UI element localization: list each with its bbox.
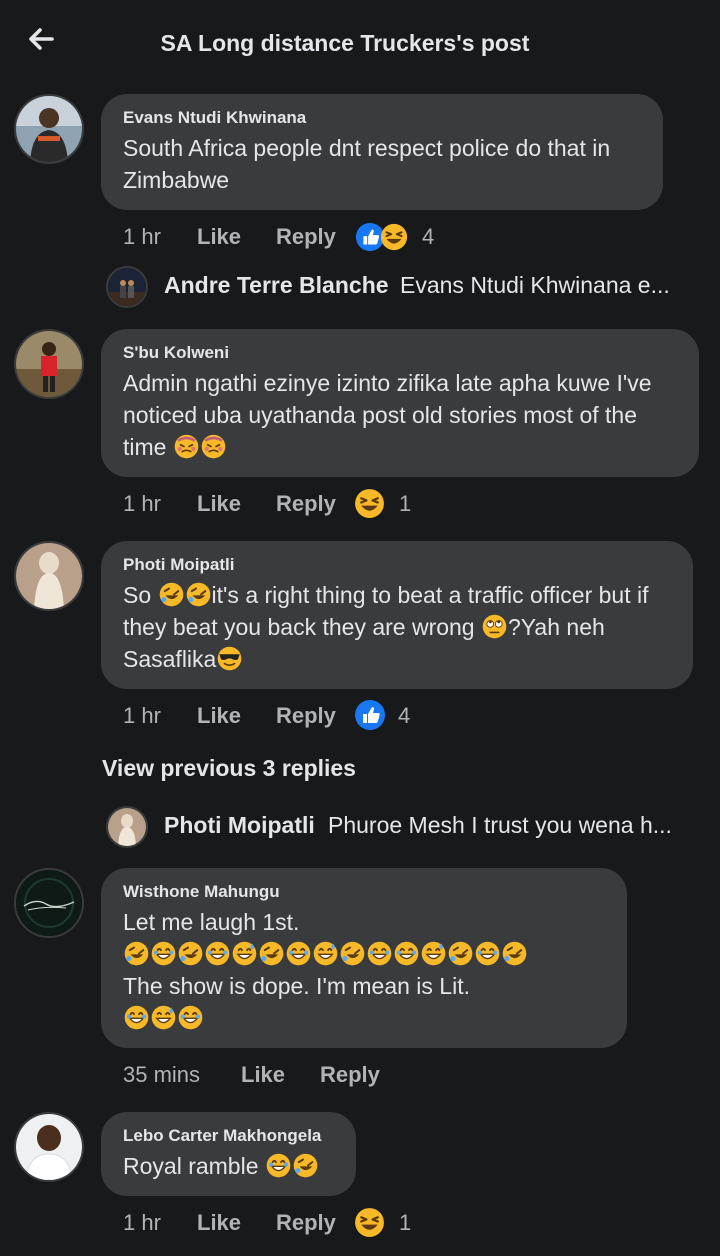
rofl-emoji-icon [447,940,474,967]
comment-author[interactable]: Wisthone Mahungu [123,882,605,902]
comment-text: South Africa people dnt respect police d… [123,135,611,193]
like-reaction-icon [354,699,386,731]
avatar [106,266,148,308]
comment-actions: 35 mins Like Reply [123,1060,543,1090]
grinning-emoji-icon [123,1004,150,1031]
comment-timestamp: 1 hr [123,703,161,728]
reaction-summary[interactable]: 4 [354,701,414,731]
haha-reaction-icon [353,487,386,520]
reply-snippet: Phuroe Mesh I trust you wena h... [328,812,672,838]
like-button[interactable]: Like [197,222,241,252]
view-previous-replies-link[interactable]: View previous 3 replies [102,755,356,782]
avatar [106,806,148,848]
haha-reaction-icon [379,222,409,252]
rofl-emoji-icon [185,581,212,608]
comment-text-body: Royal ramble [123,1153,259,1179]
comment-bubble: Wisthone Mahungu Let me laugh 1st. The s… [101,868,627,1048]
comment-text-line: The show is dope. I'm mean is Lit. [123,973,470,999]
comment-author[interactable]: Photi Moipatli [123,555,671,575]
comment-author[interactable]: Lebo Carter Makhongela [123,1126,334,1146]
reply-button[interactable]: Reply [276,1208,336,1238]
grinning-emoji-icon [393,940,420,967]
haha-reaction-icon [353,1206,386,1239]
comment-bubble: Photi Moipatli So it's a right thing to … [101,541,693,689]
rofl-emoji-icon [177,940,204,967]
comment-text: Royal ramble [123,1150,334,1182]
avatar[interactable] [14,868,84,938]
comment-timestamp: 1 hr [123,1210,161,1235]
grinning-emoji-icon [474,940,501,967]
sweat-smile-emoji-icon [231,940,258,967]
reaction-count: 1 [399,491,412,516]
emoji-row [123,938,605,970]
avatar[interactable] [14,94,84,164]
reply-button[interactable]: Reply [320,1060,380,1090]
rofl-emoji-icon [258,940,285,967]
comment-author[interactable]: S'bu Kolweni [123,343,677,363]
reaction-summary[interactable]: 1 [353,1208,413,1238]
comment-text-part: So [123,582,158,608]
comment-text-line: Let me laugh 1st. [123,909,300,935]
comment-text: Let me laugh 1st. The show is dope. I'm … [123,906,605,1034]
grinning-emoji-icon [150,940,177,967]
comment-timestamp: 1 hr [123,491,161,516]
comment-timestamp: 1 hr [123,224,161,249]
grinning-emoji-icon [177,1004,204,1031]
comment-author[interactable]: Evans Ntudi Khwinana [123,108,641,128]
top-bar: SA Long distance Truckers's post [0,0,720,86]
rofl-emoji-icon [158,581,185,608]
avatar[interactable] [14,329,84,399]
comment-actions: 1 hr Like Reply 1 [123,1208,543,1238]
avatar[interactable] [14,1112,84,1182]
comment-timestamp: 35 mins [123,1062,201,1087]
emoji-row [123,1002,605,1034]
reply-preview[interactable]: Andre Terre Blanche Evans Ntudi Khwinana… [106,266,706,310]
reaction-count: 1 [399,1210,412,1235]
comment-text: Admin ngathi ezinye izinto zifika late a… [123,367,677,463]
sweat-smile-emoji-icon [150,1004,177,1031]
like-button[interactable]: Like [197,489,241,519]
like-button[interactable]: Like [197,701,241,731]
reaction-summary[interactable]: 4 [355,222,435,252]
avatar[interactable] [14,541,84,611]
rofl-emoji-icon [292,1152,319,1179]
rofl-emoji-icon [339,940,366,967]
rofl-emoji-icon [123,940,150,967]
eye-roll-emoji-icon [481,613,508,640]
comment-bubble: Evans Ntudi Khwinana South Africa people… [101,94,663,210]
page-title: SA Long distance Truckers's post [160,30,530,56]
sunglasses-emoji-icon [216,645,243,672]
reply-button[interactable]: Reply [276,222,336,252]
reply-button[interactable]: Reply [276,489,336,519]
reply-author: Andre Terre Blanche [164,272,389,298]
reply-author: Photi Moipatli [164,812,315,838]
reply-snippet: Evans Ntudi Khwinana e... [400,272,670,298]
comment-bubble: Lebo Carter Makhongela Royal ramble [101,1112,356,1196]
reply-preview[interactable]: Photi Moipatli Phuroe Mesh I trust you w… [106,806,716,850]
reaction-summary[interactable]: 1 [353,489,413,519]
comment-text: So it's a right thing to beat a traffic … [123,579,671,675]
woozy-face-emoji-icon [173,433,200,460]
grinning-emoji-icon [265,1152,292,1179]
woozy-face-emoji-icon [200,433,227,460]
reaction-count: 4 [422,224,435,249]
reaction-count: 4 [398,703,411,728]
rofl-emoji-icon [501,940,528,967]
like-button[interactable]: Like [241,1060,285,1090]
grinning-emoji-icon [285,940,312,967]
grinning-emoji-icon [366,940,393,967]
comment-actions: 1 hr Like Reply 4 [123,222,543,252]
grinning-emoji-icon [204,940,231,967]
reply-button[interactable]: Reply [276,701,336,731]
comment-actions: 1 hr Like Reply 1 [123,489,543,519]
comment-actions: 1 hr Like Reply 4 [123,701,543,731]
comment-bubble: S'bu Kolweni Admin ngathi ezinye izinto … [101,329,699,477]
sweat-smile-emoji-icon [420,940,447,967]
sweat-smile-emoji-icon [312,940,339,967]
like-button[interactable]: Like [197,1208,241,1238]
